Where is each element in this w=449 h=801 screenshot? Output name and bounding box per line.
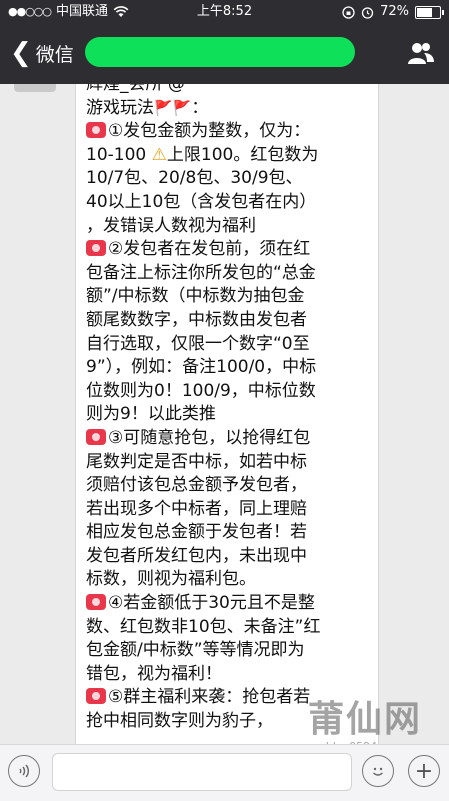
message-line: ②发包者在发包前，须在红: [86, 238, 368, 262]
message-line: 则为9！以此类推: [86, 404, 216, 425]
red-alert-icon: [86, 122, 106, 139]
message-line: ④若金额低于30元且不是整: [86, 592, 368, 616]
message-line: 包备注上标注你所发包的“总金: [86, 262, 316, 283]
message-text: 辉煌_会所 @ 游戏玩法🚩🚩： ①发包金额为整数，仅为： 10-100 ⚠上限100。…: [86, 84, 368, 734]
message-line: 相应发包总金额于发包者！若: [86, 522, 307, 543]
back-button[interactable]: ❮ 微信: [10, 38, 74, 68]
smiley-icon: [373, 767, 383, 776]
alarm-icon: [361, 6, 374, 19]
message-line: 位数则为0！100/9，中标位数: [86, 380, 316, 401]
message-line: 游戏玩法🚩🚩：: [86, 97, 209, 118]
status-right: 72%: [342, 0, 444, 24]
message-line: 须赔付该包总金额予发包者，: [86, 475, 307, 496]
nav-bar: ❮ 微信: [0, 24, 449, 84]
warning-icon: ⚠: [151, 144, 167, 165]
watermark-logo-text: 莆仙网: [307, 699, 422, 740]
chat-area[interactable]: 辉煌_会所 @ 游戏玩法🚩🚩： ①发包金额为整数，仅为： 10-100 ⚠上限100。…: [0, 84, 449, 744]
message-line: 10-100 ⚠上限100。红包数为: [86, 144, 319, 165]
plus-icon[interactable]: +: [408, 755, 440, 787]
message-line: 辉煌_会所 @: [86, 84, 185, 94]
message-line: 标数，则视为福利包。: [86, 569, 256, 590]
status-bar: ●●○○○ 中国联通 上午8:52 72%: [0, 0, 449, 24]
rotation-lock-icon: [342, 5, 355, 19]
message-line: 包金额/中标数”等等情况即为: [86, 640, 305, 661]
message-line: 若出现多个中标者，同上理赔: [86, 498, 307, 519]
avatar[interactable]: [14, 84, 56, 92]
back-label: 微信: [35, 43, 74, 66]
message-line: 9”），例如：备注100/0，中标: [86, 357, 317, 378]
red-flag-icon: 🚩: [172, 98, 192, 117]
message-line: 错包，视为福利！: [86, 663, 222, 684]
message-line: 尾数判定是否中标，如若中标: [86, 451, 307, 472]
message-line: 数、红包数非10包、未备注”红: [86, 616, 321, 637]
message-line: ①发包金额为整数，仅为：: [86, 120, 368, 144]
voice-icon[interactable]: [8, 755, 40, 787]
emoji-icon[interactable]: [362, 755, 394, 787]
message-line: ，发错误人数视为福利: [86, 215, 256, 236]
voice-wave-icon: [19, 764, 29, 778]
red-alert-icon: [86, 428, 106, 445]
message-line: 10/7包、20/8包、30/9包、: [86, 168, 303, 189]
top-bar: ●●○○○ 中国联通 上午8:52 72% ❮ 微信: [0, 0, 449, 84]
message-input[interactable]: [52, 753, 352, 791]
battery-percent: 72%: [380, 4, 409, 19]
red-alert-icon: [86, 688, 106, 705]
red-flag-icon: 🚩: [154, 98, 173, 117]
red-alert-icon: [86, 594, 106, 611]
group-members-icon[interactable]: [407, 40, 435, 66]
input-bar: +: [0, 744, 449, 801]
red-alert-icon: [86, 240, 106, 257]
message-line: 自行选取，仅限一个数字“0至: [86, 333, 310, 354]
message-line: 发包者所发红包内，未出现中: [86, 545, 307, 566]
message-line: ③可随意抢包，以抢得红包: [86, 427, 368, 451]
message-line: 额”/中标数（中标数为抽包金: [86, 286, 305, 307]
battery-icon: [415, 5, 444, 19]
message-line: 40以上10包（含发包者在内）: [86, 191, 317, 212]
message-bubble[interactable]: 辉煌_会所 @ 游戏玩法🚩🚩： ①发包金额为整数，仅为： 10-100 ⚠上限100。…: [75, 84, 379, 744]
chevron-left-icon: ❮: [10, 38, 32, 68]
chat-title-redacted: [85, 37, 355, 67]
message-line: 额尾数数字，中标数由发包者: [86, 309, 307, 330]
